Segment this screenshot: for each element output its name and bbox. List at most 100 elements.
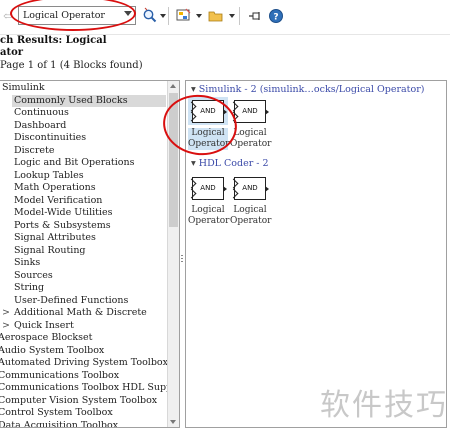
watermark: 软件技巧 (320, 388, 448, 423)
tree-item[interactable]: Ports & Subsystems (14, 220, 111, 232)
tree-item-label: Dashboard (14, 119, 67, 131)
tree-item-label: Automated Driving System Toolbox (0, 357, 169, 368)
chevron-down-icon[interactable] (124, 11, 132, 16)
search-options-dropdown[interactable] (160, 14, 166, 18)
tree-item-label: Computer Vision System Toolbox (0, 394, 158, 406)
tree-item-label: Model Verification (14, 194, 103, 206)
tree-item-label: Signal Routing (14, 244, 86, 256)
expand-triangle-icon[interactable]: ▾ (191, 158, 196, 169)
expand-arrow-icon[interactable]: > (2, 307, 14, 319)
pane-splitter[interactable] (181, 255, 184, 267)
search-combo-box[interactable]: Logical Operator (18, 6, 136, 25)
group-header-label: HDL Coder - 2 (198, 158, 269, 169)
tree-item[interactable]: Sinks (14, 257, 40, 269)
tree-item-label: Control System Toolbox (0, 407, 113, 418)
block-logical-operator[interactable]: AND Logical Operator (186, 174, 229, 227)
tree-item-label: Aerospace Blockset (0, 332, 93, 343)
tree-item-label: Sinks (14, 257, 41, 268)
scroll-thumb[interactable] (169, 93, 178, 227)
tree-item-label: Signal Attributes (14, 232, 96, 243)
tree-item[interactable]: Control System Toolbox (0, 407, 113, 419)
tree-item[interactable]: Signal Attributes (14, 232, 96, 244)
tree-item-label: Continuous (14, 107, 69, 118)
library-dropdown[interactable] (196, 14, 202, 18)
tree-item-label: Discrete (14, 144, 55, 156)
tree-item-label: User-Defined Functions (14, 294, 129, 306)
tree-item[interactable]: Communications Toolbox (0, 370, 119, 382)
tree-item-label: Math Operations (14, 182, 96, 193)
group-header-hdl-coder[interactable]: ▾ HDL Coder - 2 (191, 158, 269, 169)
tree-item[interactable]: Model Verification (14, 195, 102, 207)
tree-item-label: Ports & Subsystems (14, 219, 111, 231)
tree-item[interactable]: Lookup Tables (14, 170, 84, 182)
block-logical-operator[interactable]: AND Logical Operator (228, 174, 272, 227)
tree-item-label: Audio System Toolbox (0, 344, 105, 356)
tree-item[interactable]: Sources (14, 270, 53, 282)
tree-item[interactable]: > Quick Insert (2, 320, 74, 332)
tree-item[interactable]: Simulink (2, 82, 45, 94)
tree-item-label: Lookup Tables (14, 169, 84, 181)
group-header-label: Simulink - 2 (simulink…ocks/Logical Oper… (198, 84, 425, 95)
tree-item[interactable]: Discontinuities (14, 132, 86, 144)
block-name: Logical Operator (188, 128, 230, 150)
and-block-icon: AND (186, 177, 227, 200)
tree-item[interactable]: Data Acquisition Toolbox (0, 419, 119, 428)
tree-item[interactable]: Dashboard (14, 120, 66, 132)
block-logical-operator[interactable]: AND Logical Operator (228, 97, 272, 150)
page-info: Page 1 of 1 (4 Blocks found) (0, 60, 143, 71)
pin-icon (249, 12, 260, 20)
tree-item-label: Communications Toolbox (0, 369, 120, 381)
folder-dropdown[interactable] (229, 14, 235, 18)
help-button[interactable]: ? (268, 7, 284, 25)
toolbar-separator (168, 7, 169, 25)
block-library-icon (176, 8, 191, 21)
tree-item[interactable]: Aerospace Blockset (0, 332, 92, 344)
pin-button[interactable] (248, 7, 262, 25)
tree-item-label: Quick Insert (14, 319, 74, 331)
tree-scrollbar[interactable] (167, 81, 179, 427)
tree-item[interactable]: String (14, 282, 44, 294)
and-block-icon: AND (228, 100, 269, 123)
svg-text:?: ? (273, 13, 278, 23)
tree-item[interactable]: Audio System Toolbox (0, 345, 104, 357)
expand-arrow-icon[interactable]: > (2, 320, 14, 332)
expand-triangle-icon[interactable]: ▾ (191, 84, 196, 95)
results-pane: ▾ Simulink - 2 (simulink…ocks/Logical Ope… (185, 80, 447, 428)
group-header-simulink[interactable]: ▾ Simulink - 2 (simulink…ocks/Logical Ope… (191, 84, 424, 95)
library-button[interactable] (176, 7, 192, 25)
tree-item[interactable]: Continuous (14, 107, 69, 119)
tree-item-label: Data Acquisition Toolbox (0, 419, 119, 428)
tree-item[interactable]: Computer Vision System Toolbox (0, 395, 157, 407)
tree-item[interactable]: Automated Driving System Toolbox (0, 357, 168, 369)
and-block-icon: AND (186, 100, 227, 123)
block-name: Logical Operator (230, 128, 272, 149)
scroll-up-icon[interactable] (170, 84, 176, 88)
tree-item[interactable]: Logic and Bit Operations (14, 157, 135, 169)
tree-item[interactable]: > Additional Math & Discrete (2, 307, 147, 319)
tree-item-label: Commonly Used Blocks (14, 94, 128, 106)
back-arrow-icon[interactable]: ⇦ (0, 8, 16, 24)
tree-item[interactable]: Communications Toolbox HDL Support (0, 382, 180, 394)
toolbar: ⇦ Logical Operator ? (0, 0, 450, 35)
tree-item-label: Discontinuities (14, 132, 87, 143)
tree-item-label: String (14, 282, 45, 293)
help-icon: ? (269, 9, 283, 23)
tree-item-label: Communications Toolbox HDL Support (0, 382, 180, 393)
scroll-down-icon[interactable] (170, 420, 176, 424)
open-folder-button[interactable] (208, 7, 224, 25)
tree-item-label: Logic and Bit Operations (14, 157, 135, 168)
tree-item[interactable]: Model-Wide Utilities (14, 207, 113, 219)
tree-item[interactable]: Math Operations (14, 182, 96, 194)
search-results-title: ch Results: Logical ator (0, 35, 107, 58)
tree-item[interactable]: Discrete (14, 145, 54, 157)
tree-item-label: Sources (14, 269, 53, 281)
tree-item[interactable]: Signal Routing (14, 245, 86, 257)
tree-item-label: Model-Wide Utilities (14, 207, 113, 218)
block-logical-operator[interactable]: AND Logical Operator (186, 97, 230, 150)
block-name: Logical Operator (230, 205, 272, 226)
search-button[interactable] (142, 7, 158, 25)
tree-item[interactable]: User-Defined Functions (14, 295, 128, 307)
tree-item[interactable]: Commonly Used Blocks (12, 94, 166, 107)
library-tree[interactable]: Simulink Commonly Used Blocks Continuous Da… (0, 80, 180, 428)
search-input[interactable]: Logical Operator (23, 10, 105, 21)
